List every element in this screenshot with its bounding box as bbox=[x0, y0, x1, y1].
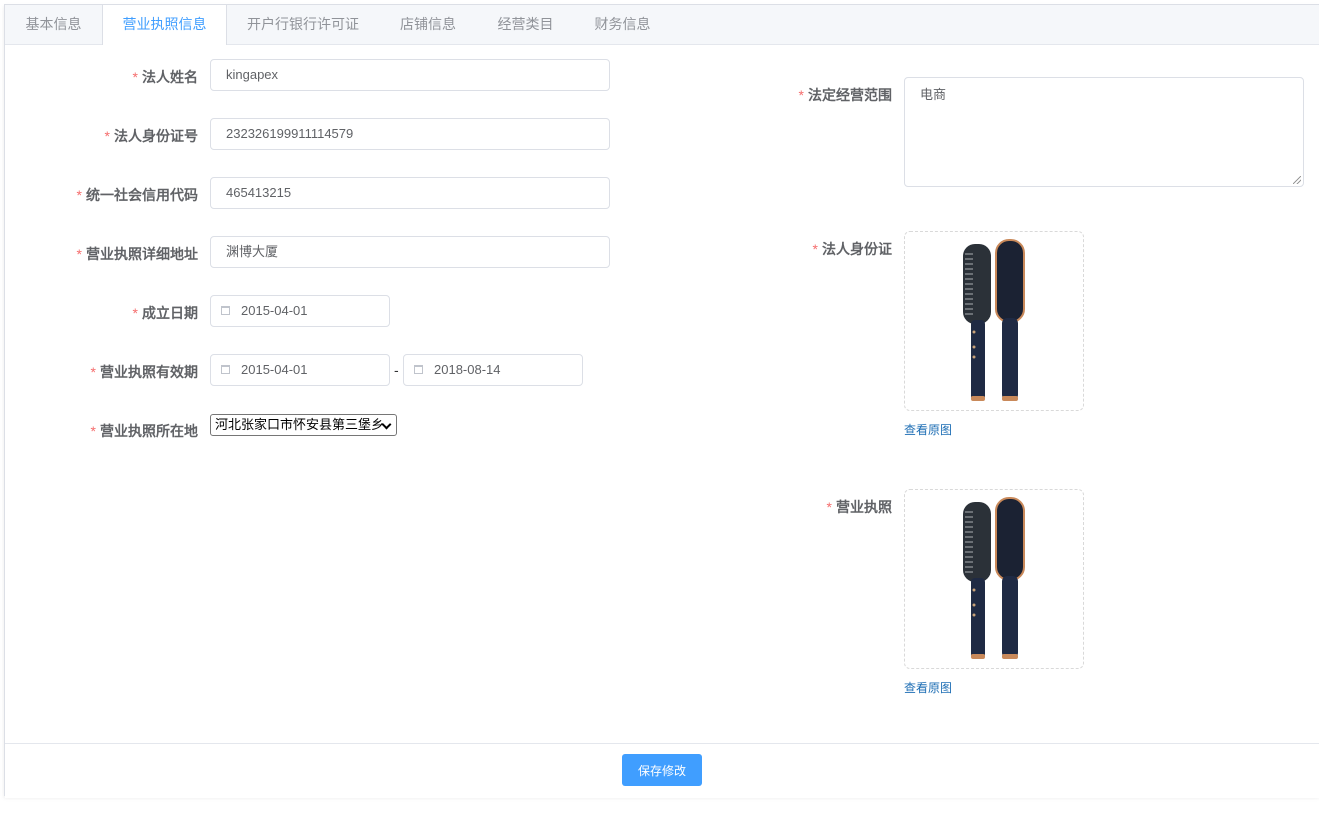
credit-code-input[interactable]: 465413215 bbox=[210, 177, 610, 209]
license-label: * 营业执照 bbox=[826, 499, 892, 515]
resize-handle-icon[interactable] bbox=[1293, 176, 1301, 184]
id-card-view-original-link[interactable]: 查看原图 bbox=[904, 421, 952, 438]
calendar-icon bbox=[221, 365, 230, 374]
tab-business-license[interactable]: 营业执照信息 bbox=[102, 5, 227, 45]
license-uploader[interactable] bbox=[904, 489, 1084, 669]
legal-id-label: * 法人身份证号 bbox=[104, 128, 198, 144]
establish-date-input[interactable]: 2015-04-01 bbox=[210, 295, 390, 327]
valid-end-picker[interactable]: 2018-08-14 bbox=[403, 354, 583, 386]
tab-categories[interactable]: 经营类目 bbox=[477, 5, 574, 44]
valid-end-input[interactable]: 2018-08-14 bbox=[403, 354, 583, 386]
location-label: * 营业执照所在地 bbox=[90, 423, 198, 439]
valid-start-picker[interactable]: 2015-04-01 bbox=[210, 354, 390, 386]
legal-id-input[interactable]: 232326199911114579 bbox=[210, 118, 610, 150]
credit-code-label: * 统一社会信用代码 bbox=[76, 187, 198, 203]
license-view-original-link[interactable]: 查看原图 bbox=[904, 679, 952, 696]
valid-start-input[interactable]: 2015-04-01 bbox=[210, 354, 390, 386]
required-mark: * bbox=[76, 246, 82, 262]
id-card-label: * 法人身份证 bbox=[812, 241, 892, 257]
id-card-product-image bbox=[963, 239, 1025, 401]
tab-finance-info[interactable]: 财务信息 bbox=[574, 5, 671, 44]
required-mark: * bbox=[90, 364, 96, 380]
address-input[interactable]: 渊博大厦 bbox=[210, 236, 610, 268]
required-mark: * bbox=[76, 187, 82, 203]
tab-shop-info[interactable]: 店铺信息 bbox=[379, 5, 477, 44]
location-select[interactable]: 河北张家口市怀安县第三堡乡 bbox=[210, 414, 397, 436]
tab-bank-permit[interactable]: 开户行银行许可证 bbox=[227, 5, 379, 44]
required-mark: * bbox=[132, 305, 138, 321]
required-mark: * bbox=[132, 69, 138, 85]
tab-bar: 基本信息 营业执照信息 开户行银行许可证 店铺信息 经营类目 财务信息 bbox=[5, 5, 1319, 45]
footer-bar: 保存修改 bbox=[5, 743, 1319, 798]
scope-textarea[interactable]: 电商 bbox=[904, 77, 1304, 187]
tab-basic-info[interactable]: 基本信息 bbox=[5, 5, 102, 44]
establish-date-label: * 成立日期 bbox=[132, 305, 198, 321]
license-product-image bbox=[963, 497, 1025, 659]
valid-period-label: * 营业执照有效期 bbox=[90, 364, 198, 380]
location-select-value: 河北张家口市怀安县第三堡乡 bbox=[215, 417, 385, 432]
id-card-uploader[interactable] bbox=[904, 231, 1084, 411]
address-label: * 营业执照详细地址 bbox=[76, 246, 198, 262]
legal-name-label: * 法人姓名 bbox=[132, 69, 198, 85]
scope-textarea-value: 电商 bbox=[920, 87, 947, 102]
required-mark: * bbox=[826, 499, 832, 515]
calendar-icon bbox=[221, 306, 230, 315]
required-mark: * bbox=[104, 128, 110, 144]
scope-label: * 法定经营范围 bbox=[798, 87, 892, 103]
establish-date-picker[interactable]: 2015-04-01 bbox=[210, 295, 390, 327]
required-mark: * bbox=[798, 87, 804, 103]
legal-name-input[interactable]: kingapex bbox=[210, 59, 610, 91]
shop-settings-panel: 基本信息 营业执照信息 开户行银行许可证 店铺信息 经营类目 财务信息 * 法人姓… bbox=[4, 4, 1319, 798]
required-mark: * bbox=[812, 241, 818, 257]
date-range-separator: - bbox=[394, 362, 399, 378]
save-changes-button[interactable]: 保存修改 bbox=[622, 754, 702, 786]
calendar-icon bbox=[414, 365, 423, 374]
required-mark: * bbox=[90, 423, 96, 439]
